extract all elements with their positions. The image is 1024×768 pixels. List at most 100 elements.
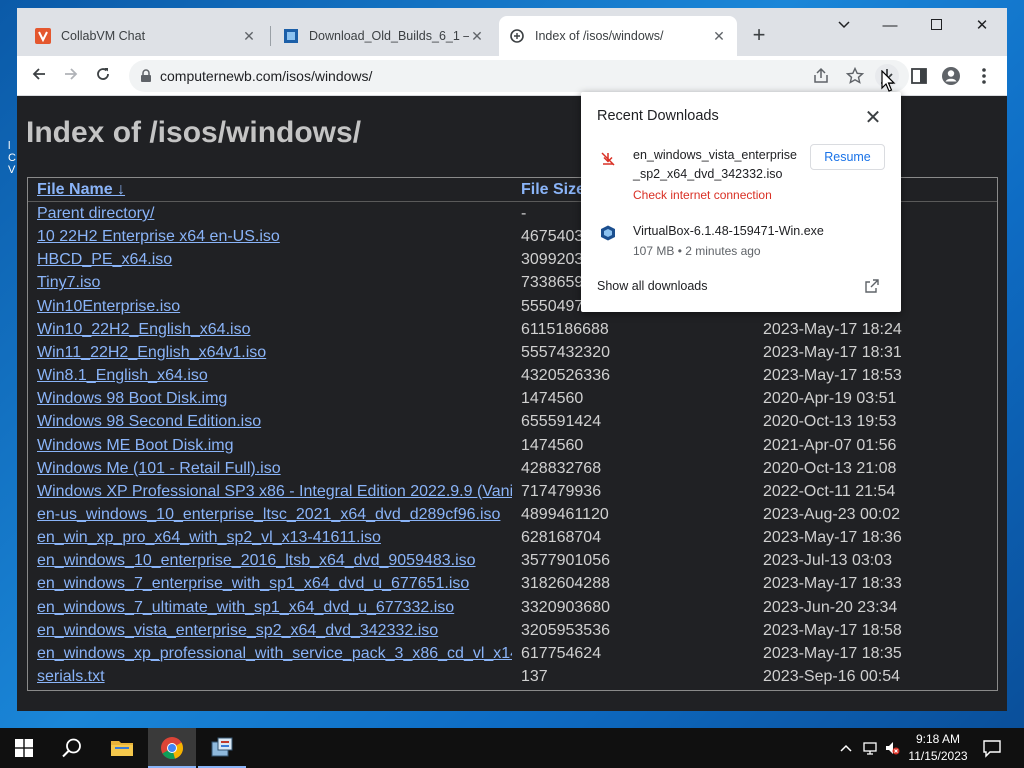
file-date: 2023-Aug-23 00:02 [763, 505, 900, 523]
close-icon[interactable]: ✕ [469, 28, 485, 44]
file-link[interactable]: en_windows_xp_professional_with_service_… [37, 642, 512, 665]
file-size: 3577901056 [521, 552, 610, 570]
file-link[interactable]: Windows 98 Boot Disk.img [37, 387, 512, 410]
open-in-new-icon[interactable] [864, 278, 880, 294]
file-link[interactable]: en_windows_7_enterprise_with_sp1_x64_dvd… [37, 572, 512, 595]
file-link[interactable]: Tiny7.iso [37, 271, 512, 294]
resume-button[interactable]: Resume [810, 144, 885, 170]
file-date: 2023-Jul-13 03:03 [763, 552, 892, 570]
lock-icon[interactable] [139, 69, 153, 83]
table-row: Win8.1_English_x64.iso 4320526336 2023-May… [28, 364, 997, 387]
table-row: en-us_windows_10_enterprise_ltsc_2021_x6… [28, 503, 997, 526]
back-button[interactable] [25, 62, 53, 90]
maximize-button[interactable] [913, 14, 959, 38]
close-downloads-button[interactable]: ✕ [861, 106, 885, 130]
download-file-name[interactable]: en_windows_vista_enterprise [633, 146, 797, 165]
file-link[interactable]: Windows XP Professional SP3 x86 - Integr… [37, 480, 512, 503]
file-date: 2023-May-17 18:31 [763, 343, 902, 361]
menu-icon[interactable] [972, 64, 996, 88]
reload-button[interactable] [89, 62, 117, 90]
app-icon [211, 737, 233, 757]
address-bar[interactable]: computernewb.com/isos/windows/ [129, 60, 909, 92]
close-icon[interactable]: ✕ [711, 28, 727, 44]
file-link[interactable]: Windows 98 Second Edition.iso [37, 410, 512, 433]
file-link[interactable]: en_windows_10_enterprise_2016_ltsb_x64_d… [37, 549, 512, 572]
file-date: 2020-Oct-13 19:53 [763, 413, 897, 431]
table-row: Windows 98 Boot Disk.img 1474560 2020-Apr-… [28, 387, 997, 410]
file-link[interactable]: 10 22H2 Enterprise x64 en-US.iso [37, 225, 512, 248]
download-file-name-continued[interactable]: _sp2_x64_dvd_342332.iso [633, 165, 782, 184]
tab-bar: CollabVM Chat ✕ Download_Old_Builds_6_1 … [17, 8, 1007, 56]
file-size: 6115186688 [521, 320, 609, 338]
file-date: 2023-May-17 18:36 [763, 529, 902, 547]
close-icon[interactable]: ✕ [241, 28, 257, 44]
file-size: 4899461120 [521, 505, 609, 523]
system-clock[interactable]: 9:18 AM 11/15/2023 [903, 731, 973, 765]
chevron-down-icon [838, 21, 850, 29]
file-date: 2023-May-17 18:58 [763, 621, 902, 639]
reload-icon [97, 68, 109, 80]
file-link[interactable]: Win10Enterprise.iso [37, 295, 512, 318]
forward-button[interactable] [57, 62, 85, 90]
file-size: 5557432320 [521, 343, 610, 361]
file-link[interactable]: Windows Me (101 - Retail Full).iso [37, 457, 512, 480]
file-link[interactable]: Parent directory/ [37, 202, 512, 225]
file-link[interactable]: Win8.1_English_x64.iso [37, 364, 512, 387]
show-all-downloads-link[interactable]: Show all downloads [597, 279, 708, 293]
file-explorer-icon [111, 741, 133, 756]
start-button[interactable] [0, 728, 48, 768]
clock-time: 9:18 AM [915, 732, 961, 746]
file-size: 3320903680 [521, 598, 610, 616]
star-icon[interactable] [845, 66, 865, 86]
volume-muted-icon[interactable] [884, 740, 900, 756]
file-link[interactable]: en_windows_7_ultimate_with_sp1_x64_dvd_u… [37, 596, 512, 619]
file-date: 2020-Apr-19 03:51 [763, 390, 897, 408]
file-date: 2023-May-17 18:35 [763, 644, 902, 662]
page-title: Index of /isos/windows/ [26, 116, 362, 149]
downloads-title: Recent Downloads [597, 108, 719, 124]
share-icon[interactable] [811, 66, 831, 86]
tab-title: Index of /isos/windows/ [535, 29, 664, 43]
file-link[interactable]: Win11_22H2_English_x64v1.iso [37, 341, 512, 364]
file-link[interactable]: en-us_windows_10_enterprise_ltsc_2021_x6… [37, 503, 512, 526]
tab-download-old-builds[interactable]: Download_Old_Builds_6_1 – Oracle ✕ [273, 16, 495, 56]
file-date: 2023-May-17 18:24 [763, 320, 902, 338]
download-file-name[interactable]: VirtualBox-6.1.48-159471-Win.exe [633, 222, 824, 241]
side-panel-icon[interactable] [907, 64, 931, 88]
tab-search-button[interactable] [821, 14, 867, 38]
file-link[interactable]: Win10_22H2_English_x64.iso [37, 318, 512, 341]
file-size: 628168704 [521, 529, 602, 547]
file-explorer-button[interactable] [98, 728, 146, 768]
file-date: 2022-Oct-11 21:54 [763, 482, 896, 500]
file-link[interactable]: Windows ME Boot Disk.img [37, 434, 512, 457]
table-row: en_windows_10_enterprise_2016_ltsb_x64_d… [28, 549, 997, 572]
profile-icon[interactable] [939, 64, 963, 88]
maximize-icon [930, 19, 942, 30]
file-size: 655591424 [521, 413, 602, 431]
virtualbox-icon [283, 28, 299, 44]
file-link[interactable]: en_windows_vista_enterprise_sp2_x64_dvd_… [37, 619, 512, 642]
app-taskbar-button[interactable] [198, 728, 246, 768]
column-header-file-name[interactable]: File Name ↓ [37, 178, 512, 201]
search-button[interactable] [48, 728, 96, 768]
file-size: 1474560 [521, 436, 584, 454]
start-icon [15, 739, 33, 757]
file-link[interactable]: serials.txt [37, 665, 512, 688]
file-link[interactable]: HBCD_PE_x64.iso [37, 248, 512, 271]
close-window-button[interactable]: ✕ [959, 14, 1005, 38]
chrome-taskbar-button[interactable] [148, 728, 196, 768]
browser-toolbar: computernewb.com/isos/windows/ [17, 56, 1007, 96]
chevron-up-icon[interactable] [838, 740, 854, 756]
url-text: computernewb.com/isos/windows/ [160, 68, 373, 84]
notification-icon[interactable] [982, 738, 1002, 758]
table-row: serials.txt 137 2023-Sep-16 00:54 [28, 665, 997, 688]
tab-collabvm-chat[interactable]: CollabVM Chat ✕ [25, 16, 267, 56]
file-size: 717479936 [521, 482, 602, 500]
file-link[interactable]: en_win_xp_pro_x64_with_sp2_vl_x13-41611.… [37, 526, 512, 549]
download-failed-icon [601, 152, 615, 166]
new-tab-button[interactable]: + [747, 24, 771, 48]
table-row: en_windows_7_enterprise_with_sp1_x64_dvd… [28, 572, 997, 595]
network-icon[interactable] [862, 740, 878, 756]
minimize-button[interactable]: — [867, 14, 913, 38]
tab-index-of-isos-windows[interactable]: Index of /isos/windows/ ✕ [499, 16, 737, 56]
